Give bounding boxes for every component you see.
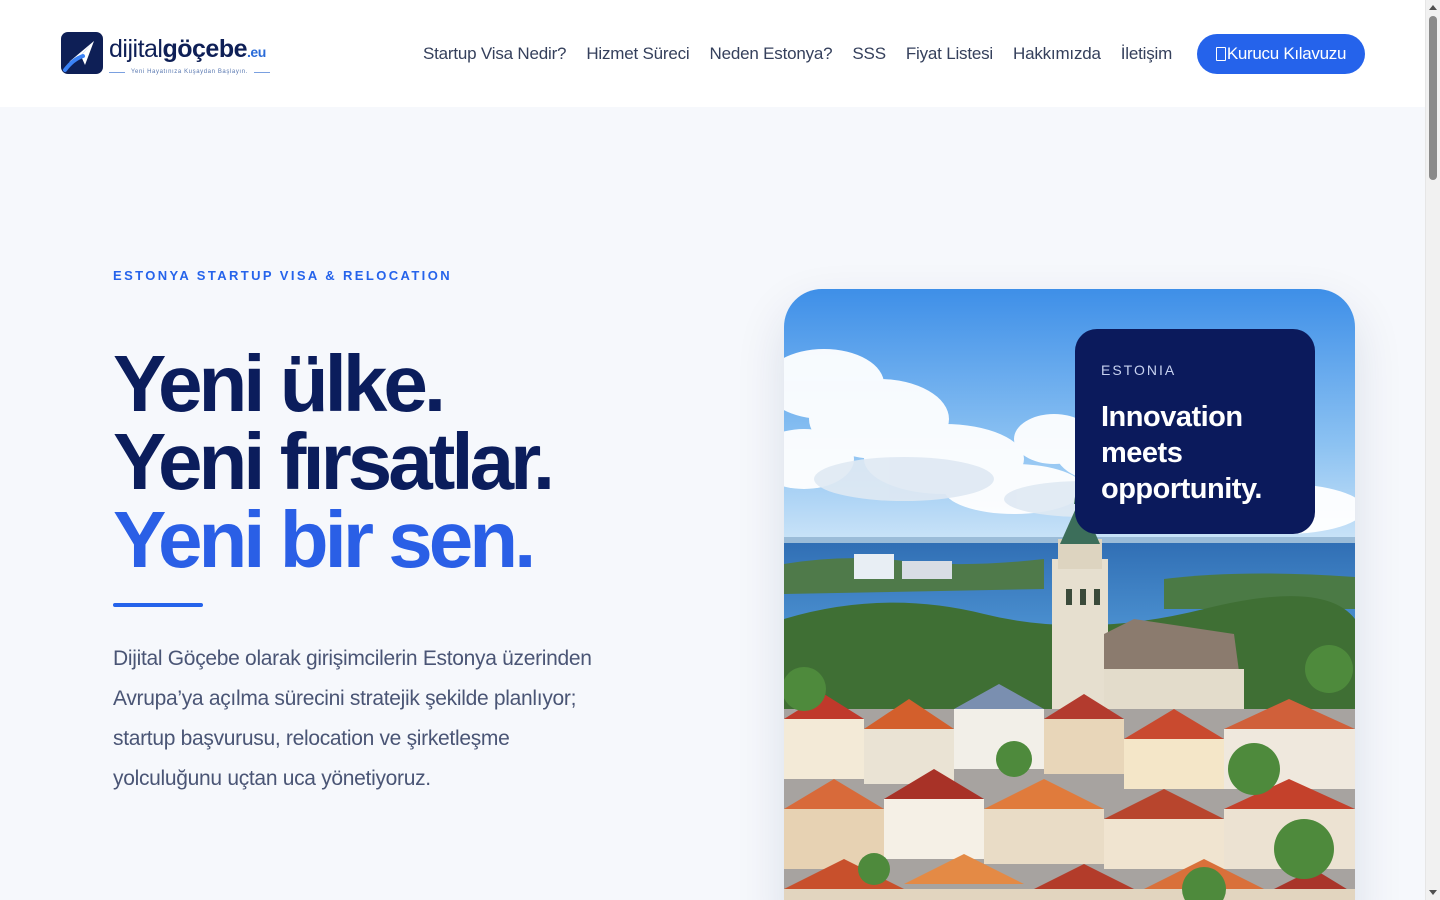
nav-faq[interactable]: SSS [852,43,886,65]
headline-line-1: Yeni ülke. [113,339,446,428]
badge-eyebrow: ESTONIA [1101,362,1177,378]
scroll-thumb[interactable] [1429,16,1437,180]
page-scrollbar[interactable] [1425,0,1440,900]
site-logo[interactable]: dijitalgöçebe.eu Yeni Hayatınıza Kuşayda… [61,32,270,75]
logo-tagline: Yeni Hayatınıza Kuşaydan Başlayın. [109,69,270,75]
founder-guide-button[interactable]: Kurucu Kılavuzu [1197,34,1365,74]
hero-eyebrow: ESTONYA STARTUP VISA & RELOCATION [113,268,452,283]
nav-startup-visa[interactable]: Startup Visa Nedir? [423,43,567,65]
scroll-up-arrow-icon[interactable] [1429,5,1437,10]
nav-about[interactable]: Hakkımızda [1013,43,1101,65]
paper-plane-icon [61,32,103,74]
nav-service-process[interactable]: Hizmet Süreci [586,43,689,65]
headline-line-3: Yeni bir sen. [113,495,536,584]
headline-line-2: Yeni fırsatlar. [113,417,555,506]
badge-title: Innovation meets opportunity. [1101,401,1262,505]
headline-divider [113,603,203,607]
hero-headline: Yeni ülke. Yeni fırsatlar. Yeni bir sen. [113,339,555,584]
estonia-badge-card: ESTONIA Innovation meets opportunity. [1075,329,1315,534]
scroll-down-arrow-icon[interactable] [1429,890,1437,895]
nav-why-estonia[interactable]: Neden Estonya? [710,43,833,65]
logo-wordmark: dijitalgöçebe.eu [109,35,266,63]
nav-pricing[interactable]: Fiyat Listesi [906,43,993,65]
founder-guide-label: Kurucu Kılavuzu [1226,44,1347,63]
main-nav: Startup Visa Nedir? Hizmet Süreci Neden … [423,43,1192,65]
hero-description: Dijital Göçebe olarak girişimcilerin Est… [113,647,592,790]
site-header: dijitalgöçebe.eu Yeni Hayatınıza Kuşayda… [0,0,1425,107]
book-icon [1215,47,1226,61]
nav-contact[interactable]: İletişim [1121,43,1172,65]
